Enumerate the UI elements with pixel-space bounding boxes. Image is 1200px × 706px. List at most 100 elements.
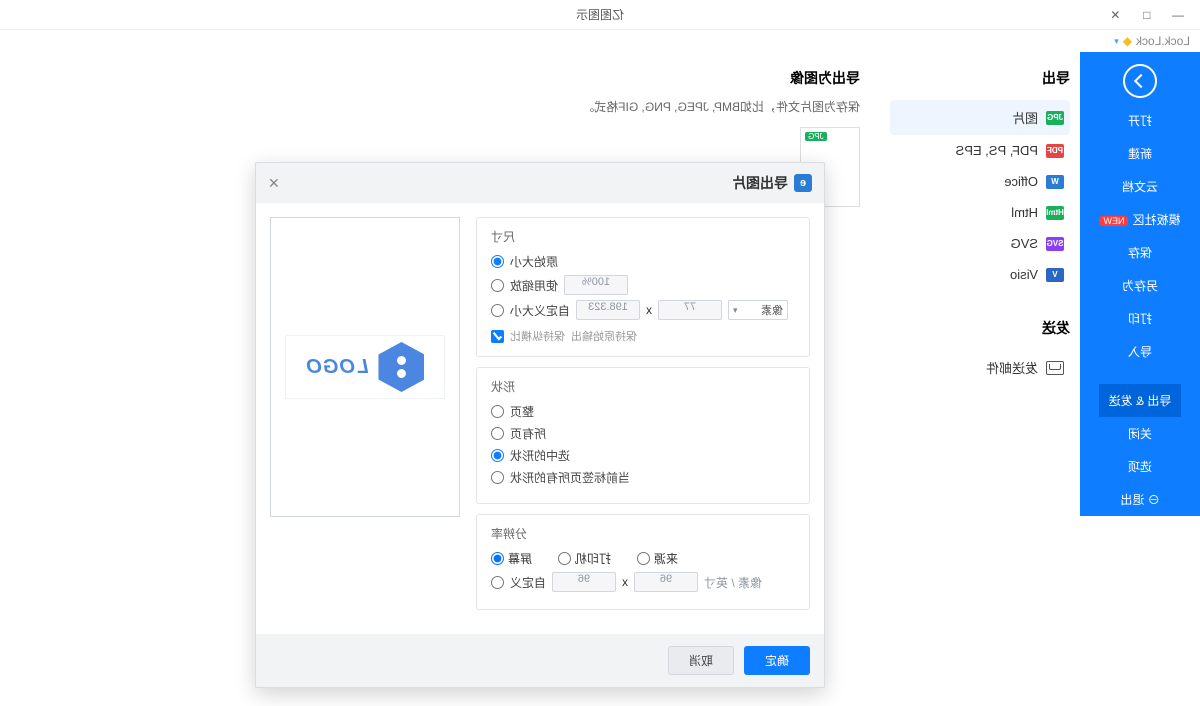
pane-heading: 导出为图像: [20, 68, 860, 88]
size-custom-label[interactable]: 自定义大小: [510, 302, 570, 319]
sidebar-item-6[interactable]: 打印: [1100, 302, 1181, 335]
sidebar-item-8[interactable]: 导出 & 发送: [1100, 384, 1181, 417]
sidebar-item-9[interactable]: 关闭: [1100, 417, 1181, 450]
ok-button[interactable]: 确定: [744, 646, 810, 675]
sidebar-item-3[interactable]: 模板社区 NEW: [1100, 203, 1181, 236]
size-zoom-radio[interactable]: [491, 279, 504, 292]
sidebar-item-11[interactable]: ⊖ 退出: [1100, 483, 1181, 516]
arrow-right-icon: [1134, 74, 1148, 88]
format-icon: Html: [1046, 206, 1064, 220]
size-zoom-label[interactable]: 使用缩放: [510, 277, 558, 294]
preview-logo-text: LOGO: [306, 356, 369, 379]
format-icon: W: [1046, 175, 1064, 189]
size-custom-radio[interactable]: [491, 304, 504, 317]
left-sidebar: 打开新建云文档模板社区NEW保存另存为打印导入导出 & 发送关闭选项⊖ 退出: [1080, 52, 1200, 516]
shape-group: 形状 整页 所有页 选中的形状 当前标签页所有的形状: [476, 367, 810, 504]
sidebar-item-label: 模板社区: [1133, 213, 1181, 227]
format-label: Visio: [1010, 267, 1038, 282]
res-heading: 分辨率: [491, 525, 795, 542]
new-badge: NEW: [1100, 216, 1129, 226]
shape-allpages-label[interactable]: 所有页: [510, 425, 546, 442]
keep-ratio-label[interactable]: 保持纵横比: [510, 328, 565, 344]
size-original-label[interactable]: 原始大小: [510, 253, 558, 270]
send-email-item[interactable]: 发送邮件: [890, 350, 1070, 385]
preview-logo-card: LOGO: [285, 335, 445, 399]
res-unit-label: 像素 / 英寸: [704, 574, 762, 591]
vip-diamond-icon: ◆: [1123, 34, 1132, 48]
user-account[interactable]: Lock.Lock ◆ ▾: [1114, 34, 1190, 48]
res-v1-input[interactable]: 96: [552, 572, 616, 592]
size-x-label: x: [646, 303, 652, 317]
res-printer-label[interactable]: 打印机: [575, 550, 611, 567]
export-heading: 导出: [890, 68, 1070, 88]
res-source-label[interactable]: 来源: [654, 550, 678, 567]
shape-selected-radio[interactable]: [491, 449, 504, 462]
format-item-pdf, ps, eps[interactable]: PDFPDF, PS, EPS: [890, 135, 1070, 166]
sidebar-item-4[interactable]: 保存: [1100, 236, 1181, 269]
hexagon-icon: [378, 342, 424, 392]
format-item-html[interactable]: Html Html: [890, 197, 1070, 228]
shape-allpages-radio[interactable]: [491, 427, 504, 440]
pane-description: 保存为图片文件，比如BMP, JPEG, PNG, GIF格式。: [20, 98, 860, 115]
sidebar-item-label: 导出 & 发送: [1109, 394, 1172, 408]
shape-full-radio[interactable]: [491, 405, 504, 418]
shape-curexcept-label[interactable]: 当前标签页所有的形状: [510, 469, 630, 486]
send-email-label: 发送邮件: [986, 358, 1038, 377]
sidebar-item-10[interactable]: 选项: [1100, 450, 1181, 483]
format-label: SVG: [1011, 236, 1038, 251]
keep-ratio-checkbox[interactable]: [491, 330, 504, 343]
window-maximize-button[interactable]: □: [1133, 8, 1161, 22]
sidebar-item-label: 新建: [1128, 147, 1152, 161]
shape-curexcept-radio[interactable]: [491, 471, 504, 484]
size-height-input[interactable]: 77: [658, 300, 722, 320]
send-heading: 发送: [890, 318, 1070, 338]
keep-original-label: 保持原始输出: [571, 328, 637, 344]
sidebar-item-0[interactable]: 打开: [1100, 104, 1181, 137]
resolution-group: 分辨率 来源 打印机 屏幕 像素 / 英寸 96 x 96: [476, 514, 810, 610]
format-item-office[interactable]: W Office: [890, 166, 1070, 197]
res-custom-radio[interactable]: [491, 576, 504, 589]
size-width-input[interactable]: 198.323: [576, 300, 640, 320]
sidebar-item-5[interactable]: 另存为: [1100, 269, 1181, 302]
format-item-图片[interactable]: JPG图片: [890, 100, 1070, 135]
format-icon: JPG: [1046, 111, 1064, 125]
envelope-icon: [1046, 361, 1064, 375]
format-icon: SVG: [1046, 237, 1064, 251]
res-custom-label[interactable]: 自定义: [510, 574, 546, 591]
res-screen-radio[interactable]: [491, 552, 504, 565]
format-icon: V: [1046, 268, 1064, 282]
format-label: PDF, PS, EPS: [956, 143, 1038, 158]
user-name: Lock.Lock: [1136, 34, 1190, 48]
zoom-value-input[interactable]: 100%: [564, 275, 628, 295]
format-label: Office: [1004, 174, 1038, 189]
format-label: Html: [1011, 205, 1038, 220]
window-minimize-button[interactable]: ―: [1164, 8, 1192, 22]
size-unit-select[interactable]: 像素▾: [728, 300, 788, 320]
window-close-button[interactable]: ✕: [1101, 8, 1129, 22]
exit-icon: ⊖: [1144, 493, 1159, 507]
size-original-radio[interactable]: [491, 255, 504, 268]
back-circle-button[interactable]: [1123, 64, 1157, 98]
res-x-label: x: [622, 575, 628, 589]
size-group: 尺寸 原始大小 100% 使用缩放 像素▾: [476, 217, 810, 357]
res-screen-label[interactable]: 屏幕: [508, 550, 532, 567]
res-printer-radio[interactable]: [558, 552, 571, 565]
dialog-title: 导出图片: [732, 173, 788, 193]
sidebar-item-7[interactable]: 导入: [1100, 335, 1181, 368]
format-item-svg[interactable]: SVG SVG: [890, 228, 1070, 259]
sidebar-item-1[interactable]: 新建: [1100, 137, 1181, 170]
sidebar-item-label: 导入: [1128, 345, 1152, 359]
dialog-close-button[interactable]: ✕: [268, 175, 280, 192]
export-image-dialog: e 导出图片 ✕ 尺寸 原始大小: [255, 162, 825, 688]
res-source-radio[interactable]: [637, 552, 650, 565]
cancel-button[interactable]: 取消: [668, 646, 734, 675]
sidebar-item-label: 退出: [1120, 493, 1144, 507]
dropdown-caret-icon: ▾: [1114, 36, 1119, 47]
res-v2-input[interactable]: 96: [634, 572, 698, 592]
sidebar-item-label: 保存: [1128, 246, 1152, 260]
sidebar-item-2[interactable]: 云文档: [1100, 170, 1181, 203]
thumbnail-format-tag: JPG: [805, 132, 827, 141]
shape-selected-label[interactable]: 选中的形状: [510, 447, 570, 464]
shape-full-label[interactable]: 整页: [510, 403, 534, 420]
format-item-visio[interactable]: V Visio: [890, 259, 1070, 290]
